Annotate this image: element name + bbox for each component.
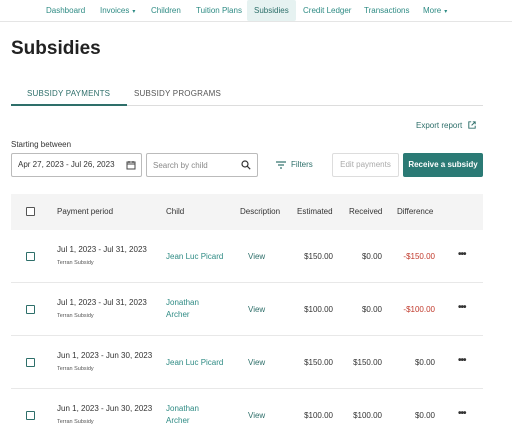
difference-amount: -$100.00: [403, 305, 435, 314]
table-row: Jul 1, 2023 - Jul 31, 2023 Terran Subsid…: [11, 230, 483, 283]
received-amount: $0.00: [361, 252, 382, 261]
starting-between-label: Starting between: [11, 140, 72, 149]
child-link[interactable]: Jonathan Archer: [166, 403, 214, 427]
table-row: Jun 1, 2023 - Jun 30, 2023 Terran Subsid…: [11, 336, 483, 389]
header-description: Description: [240, 207, 281, 216]
date-range-value: Apr 27, 2023 - Jul 26, 2023: [18, 160, 115, 169]
search-icon[interactable]: [241, 160, 251, 170]
estimated-amount: $100.00: [304, 305, 333, 314]
search-input[interactable]: [147, 154, 237, 176]
search-by-child-field: [146, 153, 258, 177]
child-link[interactable]: Jean Luc Picard: [166, 357, 223, 369]
subsidy-program: Terran Subsidy: [57, 419, 94, 425]
row-checkbox[interactable]: [26, 358, 35, 367]
estimated-amount: $150.00: [304, 252, 333, 261]
export-report-link[interactable]: Export report: [416, 121, 477, 130]
received-amount: $100.00: [353, 411, 382, 420]
nav-transactions[interactable]: Transactions: [364, 0, 410, 21]
row-checkbox[interactable]: [26, 252, 35, 261]
nav-subsidies[interactable]: Subsidies: [247, 0, 296, 21]
header-received[interactable]: Received: [349, 194, 382, 230]
payment-period: Jul 1, 2023 - Jul 31, 2023: [57, 245, 147, 254]
nav-invoices[interactable]: Invoices ▾: [100, 0, 135, 21]
row-more-menu[interactable]: •••: [458, 249, 466, 260]
tab-subsidy-payments[interactable]: SUBSIDY PAYMENTS: [11, 84, 128, 106]
nav-tuition-plans[interactable]: Tuition Plans: [196, 0, 242, 21]
payment-period: Jun 1, 2023 - Jun 30, 2023: [57, 351, 153, 360]
row-more-menu[interactable]: •••: [458, 408, 466, 419]
edit-payments-button[interactable]: Edit payments: [332, 153, 399, 177]
received-amount: $150.00: [353, 358, 382, 367]
calendar-icon: [126, 161, 136, 170]
export-report-label: Export report: [416, 121, 463, 130]
subsidy-program: Terran Subsidy: [57, 313, 94, 319]
select-all-checkbox[interactable]: [26, 207, 35, 216]
view-description-link[interactable]: View: [248, 411, 265, 420]
header-estimated[interactable]: Estimated: [297, 194, 333, 230]
nav-more[interactable]: More ▾: [423, 0, 447, 21]
estimated-amount: $150.00: [304, 358, 333, 367]
nav-credit-ledger[interactable]: Credit Ledger: [303, 0, 351, 21]
nav-dashboard[interactable]: Dashboard: [46, 0, 85, 21]
chevron-down-icon: ▾: [132, 9, 136, 15]
row-more-menu[interactable]: •••: [458, 302, 466, 313]
view-description-link[interactable]: View: [248, 252, 265, 261]
view-description-link[interactable]: View: [248, 358, 265, 367]
page-title: Subsidies: [11, 38, 101, 59]
header-child[interactable]: Child: [166, 194, 184, 230]
difference-amount: $0.00: [414, 358, 435, 367]
header-difference[interactable]: Difference: [397, 194, 433, 230]
tab-bar: SUBSIDY PAYMENTS SUBSIDY PROGRAMS: [11, 84, 483, 106]
receive-subsidy-button[interactable]: Receive a subsidy: [403, 153, 483, 177]
estimated-amount: $100.00: [304, 411, 333, 420]
filter-icon: [276, 161, 286, 169]
subsidy-program: Terran Subsidy: [57, 366, 94, 372]
row-checkbox[interactable]: [26, 305, 35, 314]
nav-more-label: More: [423, 6, 442, 15]
row-more-menu[interactable]: •••: [458, 355, 466, 366]
table-row: Jun 1, 2023 - Jun 30, 2023 Terran Subsid…: [11, 389, 483, 441]
payment-period: Jul 1, 2023 - Jul 31, 2023: [57, 298, 147, 307]
difference-amount: $0.00: [414, 411, 435, 420]
difference-amount: -$150.00: [403, 252, 435, 261]
table-header: Payment period Child Description Estimat…: [11, 194, 483, 230]
table-row: Jul 1, 2023 - Jul 31, 2023 Terran Subsid…: [11, 283, 483, 336]
nav-invoices-label: Invoices: [100, 6, 130, 15]
subsidy-program: Terran Subsidy: [57, 260, 94, 266]
date-range-picker[interactable]: Apr 27, 2023 - Jul 26, 2023: [11, 153, 142, 177]
external-link-icon: [468, 121, 477, 129]
child-link[interactable]: Jean Luc Picard: [166, 251, 223, 263]
chevron-down-icon: ▾: [444, 9, 448, 15]
top-nav: Dashboard Invoices ▾ Children Tuition Pla…: [0, 0, 512, 22]
nav-children[interactable]: Children: [151, 0, 181, 21]
received-amount: $0.00: [361, 305, 382, 314]
payment-period: Jun 1, 2023 - Jun 30, 2023: [57, 404, 153, 413]
child-link[interactable]: Jonathan Archer: [166, 297, 214, 321]
filters-label: Filters: [291, 160, 313, 169]
header-payment-period[interactable]: Payment period: [57, 194, 113, 230]
view-description-link[interactable]: View: [248, 305, 265, 314]
tab-subsidy-programs[interactable]: SUBSIDY PROGRAMS: [134, 84, 221, 106]
row-checkbox[interactable]: [26, 411, 35, 420]
filters-button[interactable]: Filters: [276, 153, 313, 177]
